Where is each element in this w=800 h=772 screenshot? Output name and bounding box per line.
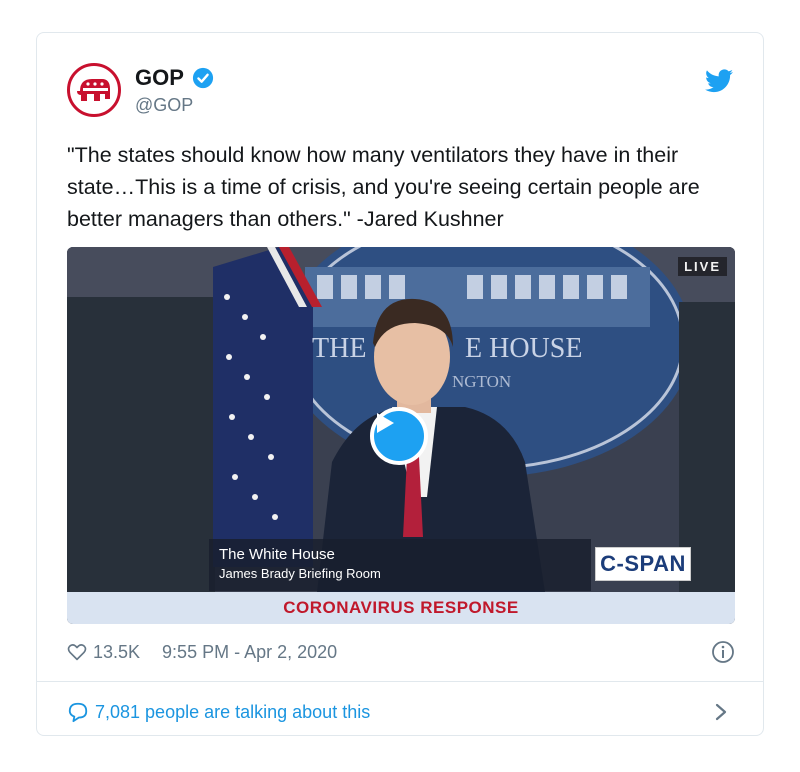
verified-badge-icon — [192, 67, 213, 89]
author-display-name[interactable]: GOP — [135, 65, 184, 91]
lower-third-title: The White House — [219, 546, 335, 563]
chevron-right-icon — [715, 703, 727, 721]
heart-icon[interactable] — [67, 643, 87, 661]
tweet-text: "The states should know how many ventila… — [67, 143, 700, 231]
backdrop-text-lower: NGTON — [452, 372, 511, 391]
like-count[interactable]: 13.5K — [93, 642, 140, 663]
gop-elephant-icon — [77, 79, 110, 101]
lower-third-subtitle: James Brady Briefing Room — [219, 566, 381, 581]
conversation-link[interactable]: 7,081 people are talking about this — [67, 699, 735, 725]
video-player[interactable]: THE E HOUSE NGTON LIVE The White House J… — [67, 247, 735, 624]
play-icon — [377, 413, 394, 433]
author-name-row: GOP — [135, 65, 214, 91]
coronavirus-response-banner: CORONAVIRUS RESPONSE — [67, 592, 735, 624]
avatar[interactable] — [67, 63, 121, 117]
conversation-label: 7,081 people are talking about this — [95, 701, 371, 722]
backdrop-text-right: E HOUSE — [465, 333, 582, 364]
divider — [37, 681, 763, 682]
backdrop-text-left: THE — [312, 333, 366, 364]
tweet-meta-row: 13.5K 9:55 PM - Apr 2, 2020 — [67, 639, 735, 665]
author-handle[interactable]: @GOP — [135, 95, 193, 116]
info-icon[interactable] — [711, 640, 735, 664]
tweet-timestamp[interactable]: 9:55 PM - Apr 2, 2020 — [162, 642, 337, 663]
play-button[interactable] — [370, 407, 428, 465]
cspan-logo: C-SPAN — [595, 547, 691, 581]
twitter-bird-icon[interactable] — [705, 69, 733, 93]
speech-bubble-icon — [68, 702, 88, 723]
tweet-card: GOP @GOP "The states should know how man… — [36, 32, 764, 736]
live-badge: LIVE — [678, 257, 727, 276]
lower-third: The White House James Brady Briefing Roo… — [209, 539, 591, 591]
